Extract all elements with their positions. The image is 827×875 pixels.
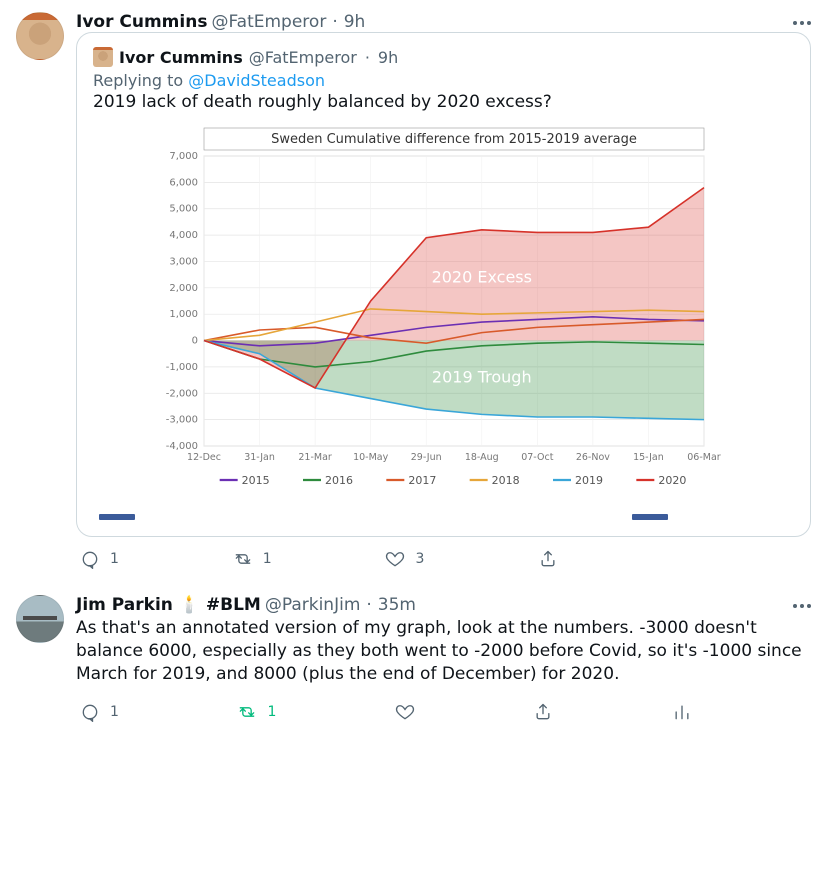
- svg-text:-1,000: -1,000: [165, 362, 197, 373]
- legend: 2015 2016 2017 2018 2019 2020: [219, 474, 686, 487]
- like-count: 3: [415, 551, 424, 567]
- tweet-body-column: Jim Parkin 🕯️ #BLM @ParkinJim · 35m As t…: [76, 595, 811, 732]
- svg-text:31-Jan: 31-Jan: [244, 452, 275, 463]
- like-button[interactable]: [395, 702, 415, 722]
- card-body-text: 2019 lack of death roughly balanced by 2…: [93, 92, 794, 112]
- author-handle[interactable]: @FatEmperor: [211, 12, 326, 32]
- svg-text:1,000: 1,000: [169, 309, 198, 320]
- svg-text:21-Mar: 21-Mar: [298, 452, 332, 463]
- retweet-count: 1: [263, 551, 272, 567]
- action-bar: 1 1 3: [76, 543, 696, 579]
- reply-button[interactable]: 1: [80, 702, 119, 722]
- separator-dot: ·: [364, 595, 373, 615]
- svg-text:2017: 2017: [408, 474, 436, 487]
- reply-handle[interactable]: @DavidSteadson: [188, 71, 325, 90]
- separator-dot: ·: [363, 48, 372, 67]
- analytics-icon: [672, 702, 692, 722]
- author-handle[interactable]: @ParkinJim: [265, 595, 361, 615]
- svg-text:3,000: 3,000: [169, 256, 198, 267]
- svg-text:15-Jan: 15-Jan: [633, 452, 664, 463]
- svg-text:07-Oct: 07-Oct: [521, 452, 553, 463]
- svg-text:6,000: 6,000: [169, 177, 198, 188]
- svg-text:06-Mar: 06-Mar: [687, 452, 721, 463]
- card-author-handle: @FatEmperor: [249, 48, 357, 67]
- share-button[interactable]: [538, 549, 558, 569]
- svg-text:26-Nov: 26-Nov: [575, 452, 609, 463]
- svg-text:18-Aug: 18-Aug: [464, 452, 498, 463]
- chart-container: Sweden Cumulative difference from 2015-2…: [93, 122, 794, 506]
- more-button[interactable]: [793, 10, 811, 29]
- chart-title: Sweden Cumulative difference from 2015-2…: [271, 132, 637, 147]
- tweet-header: Jim Parkin 🕯️ #BLM @ParkinJim · 35m: [76, 595, 811, 615]
- svg-text:5,000: 5,000: [169, 204, 198, 215]
- tweet: Ivor Cummins @FatEmperor · 9h Ivor Cummi…: [0, 0, 827, 583]
- svg-text:-3,000: -3,000: [165, 415, 197, 426]
- tweet: Jim Parkin 🕯️ #BLM @ParkinJim · 35m As t…: [0, 583, 827, 736]
- annotation-label: 2020 Excess: [431, 268, 531, 287]
- card-author-name: Ivor Cummins: [119, 48, 243, 67]
- svg-text:-4,000: -4,000: [165, 441, 197, 452]
- svg-text:10-May: 10-May: [353, 452, 389, 463]
- card-timestamp: 9h: [378, 48, 398, 67]
- svg-text:0: 0: [191, 336, 197, 347]
- author-name[interactable]: Ivor Cummins: [76, 12, 207, 32]
- reply-count: 1: [110, 551, 119, 567]
- avatar[interactable]: [16, 12, 64, 60]
- svg-text:2019: 2019: [575, 474, 603, 487]
- share-icon: [538, 549, 558, 569]
- chart-svg: Sweden Cumulative difference from 2015-2…: [144, 126, 744, 506]
- reply-label: Replying to: [93, 71, 188, 90]
- svg-text:2,000: 2,000: [169, 283, 198, 294]
- card-progress-bar: [99, 506, 788, 526]
- retweet-count: 1: [267, 704, 276, 720]
- action-bar: 1 1: [76, 696, 696, 732]
- svg-text:2020: 2020: [658, 474, 686, 487]
- svg-text:29-Jun: 29-Jun: [410, 452, 441, 463]
- tweet-header: Ivor Cummins @FatEmperor · 9h: [76, 12, 811, 32]
- svg-text:7,000: 7,000: [169, 151, 198, 162]
- reply-icon: [80, 549, 100, 569]
- svg-text:-2,000: -2,000: [165, 388, 197, 399]
- more-button[interactable]: [793, 593, 811, 612]
- svg-text:2015: 2015: [241, 474, 269, 487]
- timestamp[interactable]: 35m: [378, 595, 416, 615]
- heart-icon: [385, 549, 405, 569]
- separator-dot: ·: [330, 12, 339, 32]
- retweet-icon: [233, 549, 253, 569]
- annotation-label: 2019 Trough: [431, 368, 531, 387]
- card-avatar: [93, 47, 113, 67]
- svg-text:12-Dec: 12-Dec: [187, 452, 221, 463]
- reply-button[interactable]: 1: [80, 549, 119, 569]
- card-header: Ivor Cummins @FatEmperor · 9h: [93, 47, 794, 67]
- reply-icon: [80, 702, 100, 722]
- progress-slug-right: [632, 514, 668, 520]
- retweet-button[interactable]: 1: [233, 549, 272, 569]
- avatar[interactable]: [16, 595, 64, 643]
- reply-line: Replying to @DavidSteadson: [93, 71, 794, 90]
- svg-text:4,000: 4,000: [169, 230, 198, 241]
- timestamp[interactable]: 9h: [344, 12, 366, 32]
- like-button[interactable]: 3: [385, 549, 424, 569]
- author-name[interactable]: Jim Parkin 🕯️ #BLM: [76, 595, 261, 615]
- share-button[interactable]: [533, 702, 553, 722]
- share-icon: [533, 702, 553, 722]
- retweet-button[interactable]: 1: [237, 702, 276, 722]
- svg-text:2016: 2016: [325, 474, 353, 487]
- analytics-button[interactable]: [672, 702, 692, 722]
- tweet-body-column: Ivor Cummins @FatEmperor · 9h Ivor Cummi…: [76, 12, 811, 579]
- tweet-text: As that's an annotated version of my gra…: [76, 617, 811, 686]
- svg-text:2018: 2018: [491, 474, 519, 487]
- heart-icon: [395, 702, 415, 722]
- progress-slug-left: [99, 514, 135, 520]
- reply-count: 1: [110, 704, 119, 720]
- retweet-icon: [237, 702, 257, 722]
- quoted-tweet-card[interactable]: Ivor Cummins @FatEmperor · 9h Replying t…: [76, 32, 811, 537]
